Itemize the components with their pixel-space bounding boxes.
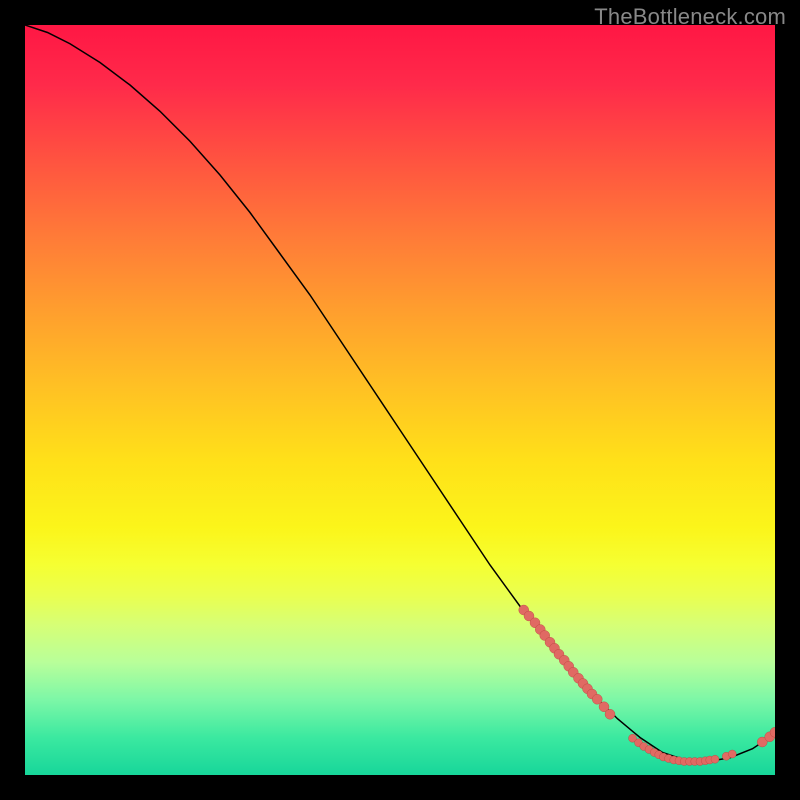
chart-frame: TheBottleneck.com bbox=[0, 0, 800, 800]
plot-area bbox=[25, 25, 775, 775]
data-point bbox=[728, 750, 736, 758]
bottleneck-curve bbox=[25, 25, 775, 762]
watermark-text: TheBottleneck.com bbox=[594, 4, 786, 30]
curve-svg bbox=[25, 25, 775, 775]
data-point bbox=[605, 709, 615, 719]
data-point bbox=[711, 755, 719, 763]
